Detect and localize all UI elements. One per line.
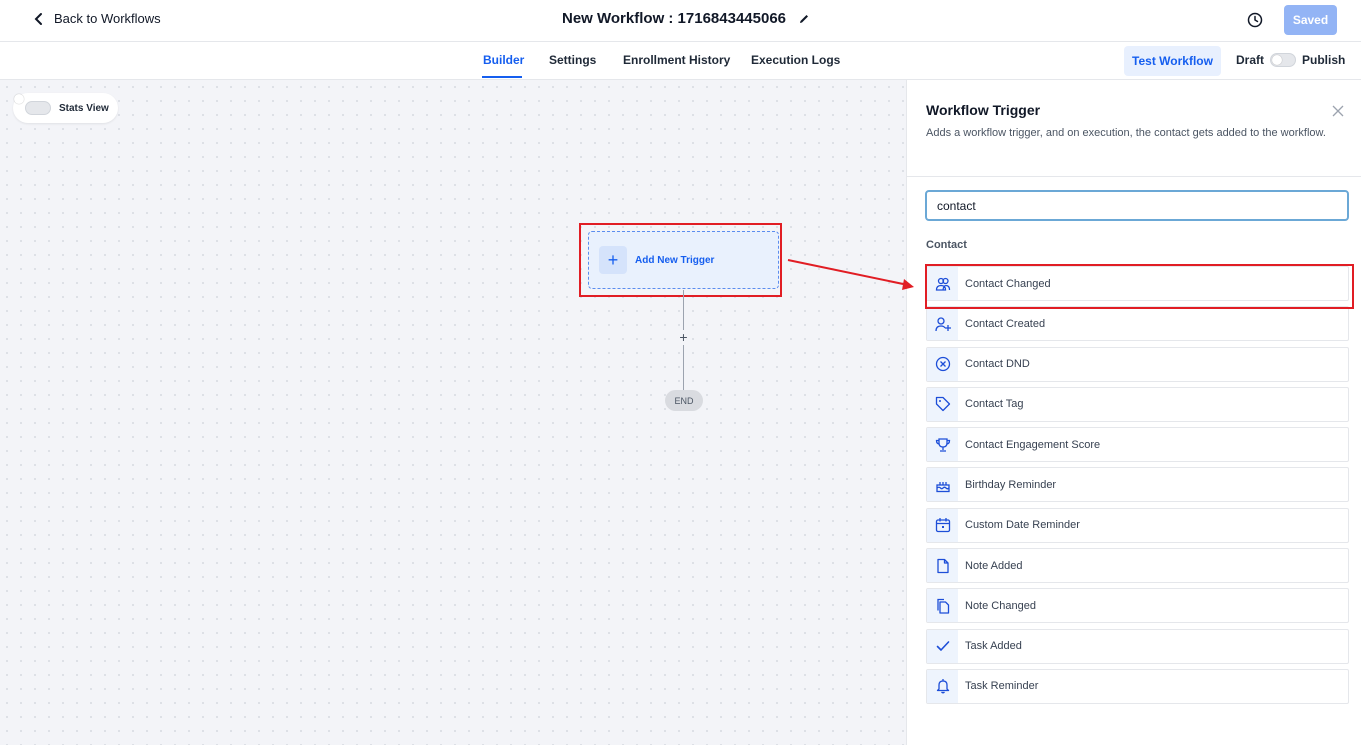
trigger-item-contact-engagement-score[interactable]: Contact Engagement Score <box>926 427 1349 463</box>
tab-settings[interactable]: Settings <box>549 53 596 67</box>
end-node: END <box>665 390 703 411</box>
add-step-button[interactable]: + <box>676 330 691 345</box>
panel-title: Workflow Trigger <box>926 102 1041 118</box>
annotation-arrow <box>787 259 914 290</box>
trigger-list: Contact Changed Contact Created Contact … <box>926 266 1349 709</box>
pencil-icon[interactable] <box>798 13 810 25</box>
publish-toggle[interactable] <box>1270 53 1296 67</box>
trigger-item-label: Note Added <box>965 559 1023 572</box>
trigger-item-note-changed[interactable]: Note Changed <box>926 588 1349 624</box>
panel-description: Adds a workflow trigger, and on executio… <box>926 127 1326 139</box>
trigger-item-task-reminder[interactable]: Task Reminder <box>926 668 1349 704</box>
publish-label: Publish <box>1302 53 1346 67</box>
back-to-workflows-link[interactable]: Back to Workflows <box>32 11 161 26</box>
plus-icon: + <box>599 246 627 274</box>
bell-icon <box>936 679 949 694</box>
chevron-left-icon <box>34 12 42 25</box>
trigger-item-birthday-reminder[interactable]: Birthday Reminder <box>926 467 1349 503</box>
connector-line-top <box>683 290 684 330</box>
trigger-item-contact-tag[interactable]: Contact Tag <box>926 386 1349 422</box>
tab-enrollment-history[interactable]: Enrollment History <box>623 53 730 67</box>
draft-label: Draft <box>1236 53 1265 67</box>
workflow-trigger-panel: Workflow Trigger Adds a workflow trigger… <box>906 80 1361 745</box>
workflow-title-text: New Workflow : 1716843445066 <box>562 10 787 27</box>
stats-view-toggle[interactable] <box>25 101 51 115</box>
active-tab-indicator <box>482 76 522 78</box>
trigger-item-note-added[interactable]: Note Added <box>926 548 1349 584</box>
workflow-canvas[interactable]: Stats View + Add New Trigger + END <box>0 80 906 745</box>
top-header: Back to Workflows New Workflow : 1716843… <box>0 0 1361 42</box>
user-plus-icon <box>934 317 951 331</box>
history-icon[interactable] <box>1246 11 1264 29</box>
trigger-item-label: Contact Tag <box>965 398 1024 411</box>
trigger-item-label: Contact Engagement Score <box>965 438 1101 451</box>
trigger-item-label: Contact Created <box>965 317 1046 330</box>
group-title-contact: Contact <box>926 239 967 251</box>
cake-icon <box>935 481 950 493</box>
trigger-item-label: Task Reminder <box>965 680 1039 693</box>
stats-view-label: Stats View <box>59 102 109 114</box>
trigger-search-input[interactable] <box>925 190 1349 221</box>
selected-item-highlight-box <box>925 264 1354 309</box>
test-workflow-button[interactable]: Test Workflow <box>1124 46 1221 76</box>
file-icon <box>936 558 949 573</box>
trigger-item-label: Birthday Reminder <box>965 478 1057 491</box>
workflow-title: New Workflow : 1716843445066 <box>562 10 810 27</box>
trigger-item-label: Custom Date Reminder <box>965 519 1080 532</box>
panel-divider <box>907 176 1361 177</box>
stats-view-control: Stats View <box>13 93 118 123</box>
trophy-icon <box>935 438 950 452</box>
connector-line-bottom <box>683 345 684 390</box>
trigger-item-label: Note Changed <box>965 599 1036 612</box>
trigger-item-label: Contact DND <box>965 358 1030 371</box>
close-icon[interactable] <box>1331 104 1345 118</box>
add-new-trigger-node[interactable]: + Add New Trigger <box>588 231 779 289</box>
trigger-item-label: Task Added <box>965 640 1022 653</box>
trigger-item-contact-created[interactable]: Contact Created <box>926 306 1349 342</box>
circle-x-icon <box>935 356 950 372</box>
back-label: Back to Workflows <box>54 11 161 26</box>
tab-bar: Builder Settings Enrollment History Exec… <box>0 42 1361 80</box>
files-icon <box>936 598 949 614</box>
trigger-item-contact-dnd[interactable]: Contact DND <box>926 346 1349 382</box>
tab-execution-logs[interactable]: Execution Logs <box>751 53 840 67</box>
tag-icon <box>935 397 950 412</box>
tab-builder[interactable]: Builder <box>483 53 524 67</box>
calendar-icon <box>935 518 950 533</box>
trigger-item-custom-date-reminder[interactable]: Custom Date Reminder <box>926 507 1349 543</box>
check-icon <box>936 641 949 651</box>
saved-button[interactable]: Saved <box>1284 5 1337 35</box>
add-new-trigger-label: Add New Trigger <box>635 254 715 266</box>
trigger-item-task-added[interactable]: Task Added <box>926 628 1349 664</box>
